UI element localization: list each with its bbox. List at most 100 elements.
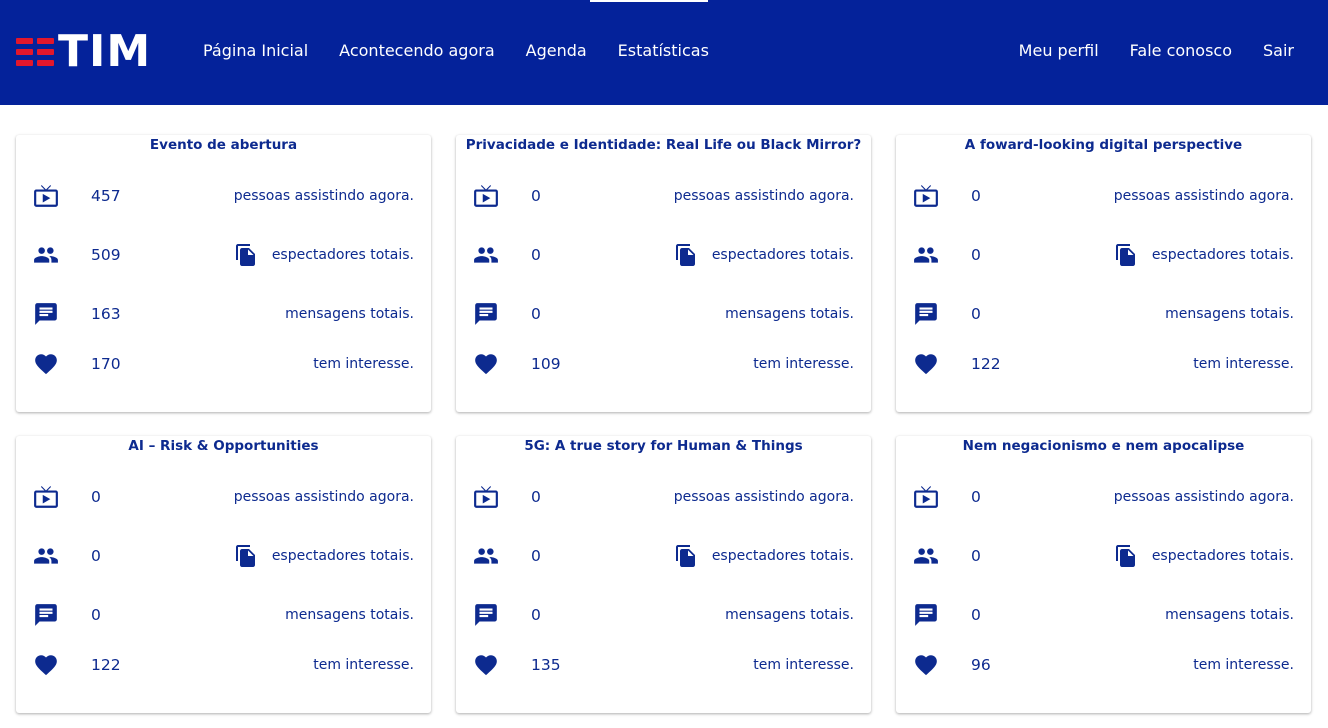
stat-row-messages: 0 mensagens totais. bbox=[896, 301, 1311, 327]
messages-label: mensagens totais. bbox=[285, 306, 414, 322]
viewers-count: 0 bbox=[971, 547, 981, 565]
card-title: A foward-looking digital perspective bbox=[964, 137, 1243, 153]
copy-document-icon bbox=[234, 544, 258, 568]
card-title: AI – Risk & Opportunities bbox=[128, 438, 319, 454]
nav-fale-conosco[interactable]: Fale conosco bbox=[1130, 41, 1232, 60]
nav-pagina-inicial[interactable]: Página Inicial bbox=[203, 41, 308, 60]
stat-row-watching: 0 pessoas assistindo agora. bbox=[16, 484, 431, 510]
stat-row-viewers: 0 espectadores totais. bbox=[896, 543, 1311, 569]
live-tv-icon bbox=[913, 183, 939, 209]
viewers-label: espectadores totais. bbox=[711, 247, 854, 263]
viewers-count: 0 bbox=[971, 246, 981, 264]
live-tv-icon bbox=[33, 484, 59, 510]
top-navigation-bar: TIM Página Inicial Acontecendo agora Age… bbox=[0, 0, 1328, 105]
stat-row-viewers: 0 espectadores totais. bbox=[456, 242, 871, 268]
stat-row-viewers: 509 espectadores totais. bbox=[16, 242, 431, 268]
stat-row-messages: 0 mensagens totais. bbox=[896, 602, 1311, 628]
stat-row-watching: 0 pessoas assistindo agora. bbox=[896, 484, 1311, 510]
logo-text: TIM bbox=[58, 26, 152, 77]
heart-icon bbox=[913, 351, 939, 377]
chat-message-icon bbox=[473, 301, 499, 327]
interest-count: 109 bbox=[531, 355, 561, 373]
card-title: Evento de abertura bbox=[149, 137, 298, 153]
live-tv-icon bbox=[913, 484, 939, 510]
chat-message-icon bbox=[913, 301, 939, 327]
viewers-label: espectadores totais. bbox=[271, 247, 414, 263]
nav-meu-perfil[interactable]: Meu perfil bbox=[1019, 41, 1099, 60]
watching-label: pessoas assistindo agora. bbox=[1113, 489, 1294, 505]
interest-label: tem interesse. bbox=[1193, 356, 1294, 372]
nav-agenda[interactable]: Agenda bbox=[526, 41, 587, 60]
people-icon bbox=[33, 242, 59, 268]
viewers-count: 0 bbox=[531, 246, 541, 264]
messages-label: mensagens totais. bbox=[1165, 607, 1294, 623]
copy-document-icon bbox=[674, 243, 698, 267]
stat-row-messages: 0 mensagens totais. bbox=[456, 301, 871, 327]
event-stats-card: Nem negacionismo e nem apocalipse 0 pess… bbox=[896, 436, 1311, 713]
nav-sair[interactable]: Sair bbox=[1263, 41, 1294, 60]
event-stats-card: Evento de abertura 457 pessoas assistind… bbox=[16, 135, 431, 412]
viewers-label-group: espectadores totais. bbox=[674, 544, 854, 568]
nav-estatisticas[interactable]: Estatísticas bbox=[618, 41, 709, 60]
main-nav: Página Inicial Acontecendo agora Agenda … bbox=[203, 41, 709, 60]
messages-count: 0 bbox=[531, 305, 541, 323]
messages-label: mensagens totais. bbox=[1165, 306, 1294, 322]
interest-count: 170 bbox=[91, 355, 121, 373]
messages-count: 0 bbox=[971, 305, 981, 323]
stat-row-viewers: 0 espectadores totais. bbox=[16, 543, 431, 569]
messages-label: mensagens totais. bbox=[725, 607, 854, 623]
interest-label: tem interesse. bbox=[753, 356, 854, 372]
stat-row-interest: 96 tem interesse. bbox=[896, 652, 1311, 678]
stat-row-messages: 0 mensagens totais. bbox=[16, 602, 431, 628]
stat-row-messages: 0 mensagens totais. bbox=[456, 602, 871, 628]
interest-count: 135 bbox=[531, 656, 561, 674]
messages-count: 0 bbox=[971, 606, 981, 624]
copy-document-icon bbox=[234, 243, 258, 267]
viewers-label: espectadores totais. bbox=[1151, 247, 1294, 263]
tim-logo-mark bbox=[16, 38, 54, 66]
messages-label: mensagens totais. bbox=[285, 607, 414, 623]
watching-label: pessoas assistindo agora. bbox=[1113, 188, 1294, 204]
stat-row-viewers: 0 espectadores totais. bbox=[896, 242, 1311, 268]
stat-row-interest: 122 tem interesse. bbox=[896, 351, 1311, 377]
watching-count: 0 bbox=[971, 488, 981, 506]
card-title: Privacidade e Identidade: Real Life ou B… bbox=[465, 137, 862, 153]
interest-label: tem interesse. bbox=[753, 657, 854, 673]
people-icon bbox=[473, 242, 499, 268]
live-tv-icon bbox=[473, 484, 499, 510]
copy-document-icon bbox=[1114, 544, 1138, 568]
watching-count: 0 bbox=[531, 187, 541, 205]
event-stats-card: Privacidade e Identidade: Real Life ou B… bbox=[456, 135, 871, 412]
chat-message-icon bbox=[913, 602, 939, 628]
watching-label: pessoas assistindo agora. bbox=[673, 188, 854, 204]
stats-card-grid: Evento de abertura 457 pessoas assistind… bbox=[16, 135, 1311, 713]
watching-count: 0 bbox=[531, 488, 541, 506]
interest-label: tem interesse. bbox=[313, 657, 414, 673]
watching-count: 0 bbox=[91, 488, 101, 506]
event-stats-card: AI – Risk & Opportunities 0 pessoas assi… bbox=[16, 436, 431, 713]
card-title: Nem negacionismo e nem apocalipse bbox=[962, 438, 1245, 454]
card-title: 5G: A true story for Human & Things bbox=[524, 438, 803, 454]
tim-logo[interactable]: TIM bbox=[16, 26, 152, 77]
watching-label: pessoas assistindo agora. bbox=[673, 489, 854, 505]
heart-icon bbox=[33, 351, 59, 377]
messages-count: 0 bbox=[531, 606, 541, 624]
copy-document-icon bbox=[674, 544, 698, 568]
nav-acontecendo-agora[interactable]: Acontecendo agora bbox=[339, 41, 494, 60]
viewers-label-group: espectadores totais. bbox=[234, 544, 414, 568]
interest-count: 96 bbox=[971, 656, 991, 674]
stat-row-interest: 109 tem interesse. bbox=[456, 351, 871, 377]
heart-icon bbox=[473, 351, 499, 377]
viewers-label-group: espectadores totais. bbox=[1114, 243, 1294, 267]
interest-count: 122 bbox=[91, 656, 121, 674]
stat-row-watching: 0 pessoas assistindo agora. bbox=[896, 183, 1311, 209]
chat-message-icon bbox=[473, 602, 499, 628]
active-tab-indicator bbox=[590, 0, 708, 2]
live-tv-icon bbox=[33, 183, 59, 209]
viewers-count: 0 bbox=[91, 547, 101, 565]
chat-message-icon bbox=[33, 602, 59, 628]
stat-row-interest: 170 tem interesse. bbox=[16, 351, 431, 377]
interest-label: tem interesse. bbox=[1193, 657, 1294, 673]
viewers-label-group: espectadores totais. bbox=[234, 243, 414, 267]
heart-icon bbox=[473, 652, 499, 678]
